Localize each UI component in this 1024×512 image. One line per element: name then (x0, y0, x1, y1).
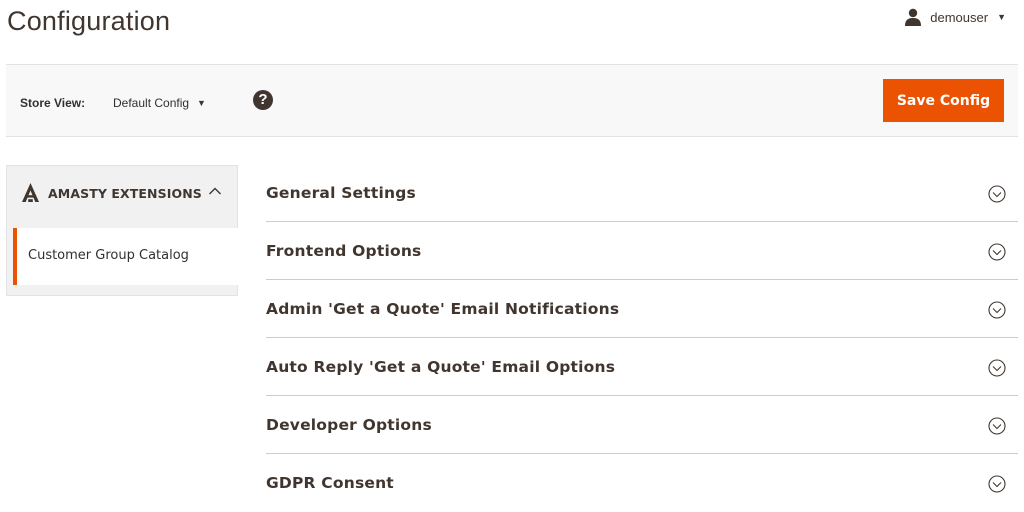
user-icon (905, 8, 922, 26)
store-view-toolbar: Store View: Default Config ▼ ? Save Conf… (6, 64, 1018, 137)
store-view-value: Default Config (113, 96, 190, 110)
page-header: Configuration demouser ▼ (0, 0, 1024, 64)
user-name: demouser (930, 9, 989, 25)
page-title: Configuration (7, 6, 171, 36)
config-sections: General Settings Frontend Options Admin … (266, 164, 1018, 512)
sidebar-item-label: Customer Group Catalog (28, 248, 189, 263)
store-view-label: Store View: (20, 96, 86, 110)
store-view-switcher[interactable]: Default Config ▼ (113, 96, 206, 110)
expand-circle-icon (988, 185, 1006, 203)
expand-circle-icon (988, 359, 1006, 377)
save-config-button[interactable]: Save Config (883, 79, 1004, 122)
expand-circle-icon (988, 243, 1006, 261)
expand-circle-icon (988, 417, 1006, 435)
section-title: Admin 'Get a Quote' Email Notifications (266, 300, 620, 318)
section-title: Developer Options (266, 416, 432, 434)
caret-down-icon: ▼ (997, 12, 1006, 22)
section-title: General Settings (266, 184, 416, 202)
sidebar-group-title: AMASTY EXTENSIONS (48, 186, 202, 201)
section-title: GDPR Consent (266, 474, 394, 492)
section-general-settings[interactable]: General Settings (266, 164, 1018, 222)
section-auto-reply-quote-email-options[interactable]: Auto Reply 'Get a Quote' Email Options (266, 338, 1018, 396)
question-mark-icon[interactable]: ? (253, 90, 273, 110)
section-frontend-options[interactable]: Frontend Options (266, 222, 1018, 280)
caret-down-icon: ▼ (197, 98, 206, 108)
section-title: Frontend Options (266, 242, 422, 260)
section-gdpr-consent[interactable]: GDPR Consent (266, 454, 1018, 512)
sidebar-group-amasty-extensions[interactable]: AMASTY EXTENSIONS (7, 166, 237, 219)
expand-circle-icon (988, 475, 1006, 493)
chevron-up-icon (209, 187, 221, 195)
amasty-logo-icon (22, 183, 39, 202)
section-admin-quote-email-notifications[interactable]: Admin 'Get a Quote' Email Notifications (266, 280, 1018, 338)
section-developer-options[interactable]: Developer Options (266, 396, 1018, 454)
sidebar-item-customer-group-catalog[interactable]: Customer Group Catalog (13, 228, 238, 285)
section-title: Auto Reply 'Get a Quote' Email Options (266, 358, 616, 376)
expand-circle-icon (988, 301, 1006, 319)
user-account-menu[interactable]: demouser ▼ (904, 8, 1006, 26)
config-sidebar: AMASTY EXTENSIONS Customer Group Catalog (6, 165, 238, 296)
